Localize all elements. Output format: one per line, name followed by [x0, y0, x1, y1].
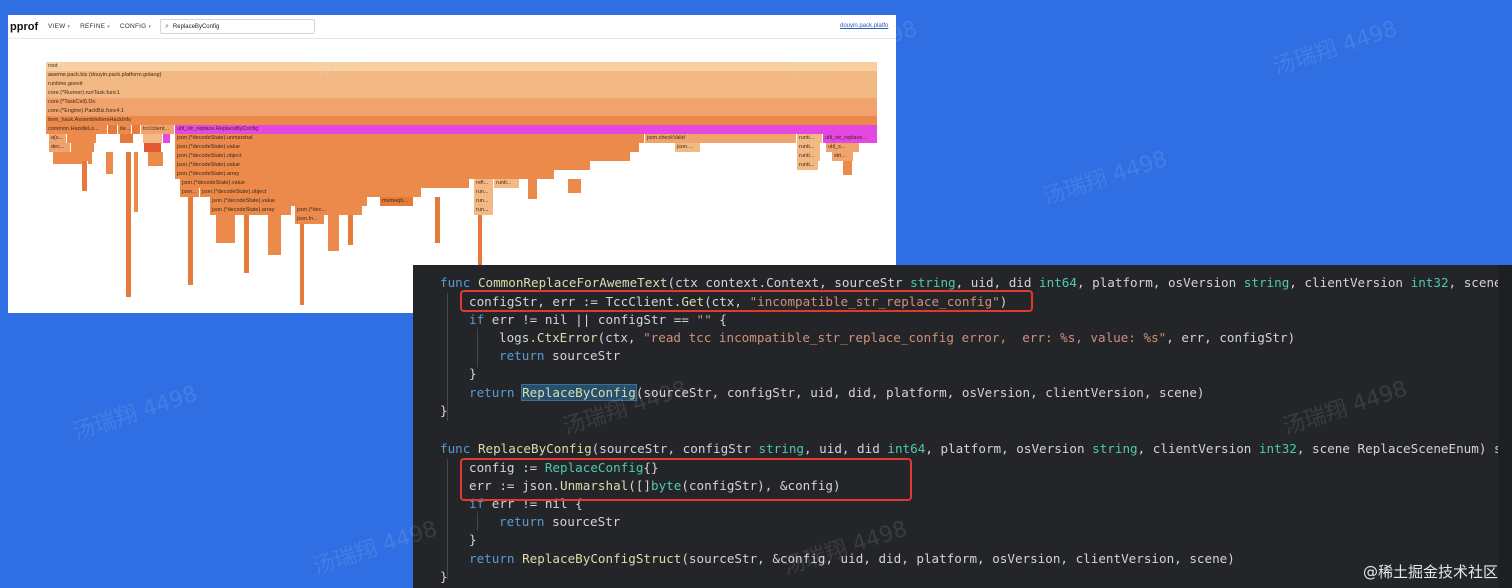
flame-tail: [568, 179, 582, 193]
flame-tail: [134, 152, 139, 212]
brand-watermark: @稀土掘金技术社区: [1362, 563, 1498, 581]
code-line: }: [469, 366, 477, 381]
flame-frame[interactable]: tcc/client...: [141, 125, 175, 134]
flame-frame[interactable]: refl...: [474, 179, 494, 188]
flame-frame[interactable]: runti...: [797, 152, 821, 161]
flame-tail: [244, 215, 250, 273]
flame-frame[interactable]: [132, 125, 141, 134]
flame-tail: [300, 224, 305, 305]
code-line: return sourceStr: [499, 348, 621, 363]
watermark: 汤瑞翔 4498: [1040, 146, 1171, 211]
flame-frame[interactable]: ite...: [118, 125, 132, 134]
flame-frame[interactable]: item_hack.AssembleItemHackInfo: [46, 116, 878, 125]
indent-guide: [477, 329, 478, 367]
flame-tail: [348, 215, 354, 245]
annotation-box: [460, 290, 1033, 312]
flame-frame[interactable]: core.(*Runner).runTask.func1: [46, 89, 878, 98]
flame-frame[interactable]: common.HandleLo...: [46, 125, 108, 134]
flame-frame[interactable]: root: [46, 62, 878, 71]
flame-tail: [126, 152, 132, 297]
flame-frame[interactable]: json.(*decodeState).value: [175, 161, 591, 170]
indent-guide: [447, 459, 448, 579]
flame-frame[interactable]: json.(*decodeState).object: [175, 152, 631, 161]
flame-frame[interactable]: json.checkValid: [645, 134, 797, 143]
flame-frame[interactable]: run...: [474, 206, 494, 215]
flame-frame[interactable]: json.(*decodeState).value: [175, 143, 640, 152]
code-editor: func CommonReplaceForAwemeText(ctx conte…: [413, 265, 1512, 588]
flame-frame[interactable]: [120, 134, 134, 143]
flame-frame[interactable]: util_s...: [826, 143, 860, 152]
flame-frame[interactable]: json.(*decodeState).array: [175, 170, 555, 179]
flame-frame[interactable]: util_str_replace...: [823, 134, 878, 143]
flame-tail: [268, 215, 282, 255]
code-line: }: [469, 532, 477, 547]
code-line: }: [440, 569, 448, 584]
flame-frame[interactable]: json.(*decodeState).array: [210, 206, 292, 215]
flame-frame[interactable]: json.(*dec...: [295, 206, 363, 215]
flame-frame[interactable]: json.(*decodeState).value: [210, 197, 368, 206]
code-line: return ReplaceByConfigStruct(sourceStr, …: [469, 551, 1235, 566]
code-line: if err != nil || configStr == "" {: [469, 312, 727, 327]
indent-guide: [477, 513, 478, 531]
flame-frame[interactable]: [67, 134, 97, 143]
flame-frame[interactable]: [163, 134, 171, 143]
flame-frame[interactable]: runti...: [797, 143, 821, 152]
flame-tail: [328, 215, 340, 251]
annotation-box: [460, 458, 912, 501]
flame-frame[interactable]: dec...: [49, 143, 71, 152]
code-line: return sourceStr: [499, 514, 621, 529]
flame-frame[interactable]: json.(*decodeState).object: [200, 188, 422, 197]
watermark: 汤瑞翔 4498: [70, 381, 201, 446]
flame-frame-highlight[interactable]: util_str_replace.ReplaceByConfig: [175, 125, 878, 134]
flame-frame[interactable]: runtime.goexit: [46, 80, 878, 89]
flame-tail: [216, 215, 236, 243]
flame-frame[interactable]: aweme.pack.biz (douyin.pack.platform.gol…: [46, 71, 878, 80]
code-line: return ReplaceByConfig(sourceStr, config…: [469, 384, 1205, 401]
flame-tail: [435, 197, 441, 243]
flame-frame[interactable]: runti...: [494, 179, 520, 188]
flame-frame[interactable]: [71, 143, 95, 152]
code-line: func ReplaceByConfig(sourceStr, configSt…: [440, 441, 1512, 456]
flame-frame[interactable]: [108, 125, 118, 134]
flame-frame[interactable]: json....: [675, 143, 701, 152]
flame-frame[interactable]: json.(*decodeState).value: [180, 179, 470, 188]
flame-frame[interactable]: stri...: [832, 152, 854, 161]
flame-frame[interactable]: runti...: [797, 161, 819, 170]
flame-frame[interactable]: core.(*Engine).PackBiz.func4.1: [46, 107, 878, 116]
flame-frame[interactable]: core.(*TaskCell).Do: [46, 98, 878, 107]
flame-frame[interactable]: a(s...: [49, 134, 67, 143]
flame-frame[interactable]: json...: [180, 188, 200, 197]
code-line: }: [440, 403, 448, 418]
highlighted-symbol: ReplaceByConfig: [521, 384, 637, 401]
flame-tail: [148, 152, 164, 166]
flame-tail: [843, 161, 853, 175]
flame-frame[interactable]: json.(*decodeState).unmarshal: [175, 134, 645, 143]
flame-frame[interactable]: memeqb...: [380, 197, 414, 206]
code-line: logs.CtxError(ctx, "read tcc incompatibl…: [499, 330, 1296, 345]
flame-tail: [106, 152, 114, 174]
flame-frame[interactable]: run...: [474, 188, 494, 197]
flame-tail: [188, 197, 194, 285]
flame-frame[interactable]: run...: [474, 197, 494, 206]
flame-frame[interactable]: [143, 134, 163, 143]
flame-frame[interactable]: runti...: [797, 134, 823, 143]
flame-tail: [528, 179, 538, 199]
flame-frame[interactable]: [144, 143, 162, 152]
flame-frame[interactable]: json.In...: [295, 215, 325, 224]
watermark: 汤瑞翔 4498: [1270, 16, 1401, 81]
scrollbar[interactable]: [1498, 265, 1512, 588]
flame-tail: [82, 161, 88, 191]
